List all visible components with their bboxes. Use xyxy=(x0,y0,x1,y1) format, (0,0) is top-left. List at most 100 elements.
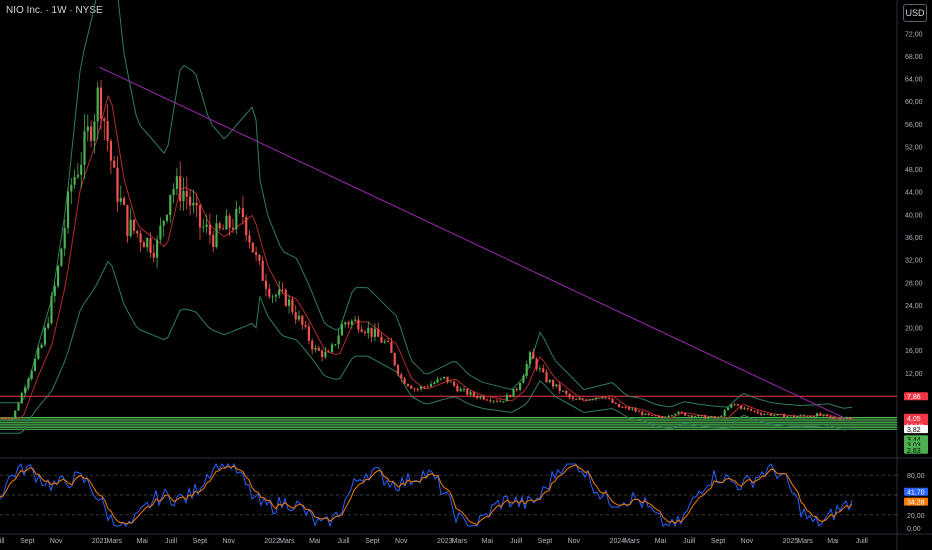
candle-body xyxy=(426,386,429,388)
candle-body xyxy=(413,388,416,390)
candle-body xyxy=(334,344,337,345)
stoch-d-label: 34,28 xyxy=(907,500,925,507)
candle-body xyxy=(456,385,459,392)
x-tick-label: Sept xyxy=(20,538,34,545)
candle-body xyxy=(495,400,499,402)
candle-body xyxy=(66,191,70,229)
candle-body xyxy=(360,329,363,332)
candle-body xyxy=(383,341,386,343)
candle-body xyxy=(779,414,782,415)
candle-body xyxy=(189,196,192,206)
x-tick-label: Mai xyxy=(309,538,321,545)
candle-body xyxy=(357,319,360,330)
candle-body xyxy=(799,415,802,417)
candle-body xyxy=(37,347,40,359)
x-tick-label: Juill xyxy=(683,538,696,545)
candle-body xyxy=(123,198,126,206)
y-tick-label: 48,00 xyxy=(905,167,923,174)
candle-body xyxy=(24,387,27,393)
candle-body xyxy=(462,388,466,390)
candle-body xyxy=(578,398,581,400)
x-tick-label: Sept xyxy=(538,538,552,545)
candle-body xyxy=(806,415,809,417)
candle-body xyxy=(552,380,555,387)
candle-body xyxy=(156,239,159,258)
candle-body xyxy=(291,299,294,313)
candle-body xyxy=(486,399,489,401)
candle-body xyxy=(60,248,63,267)
candle-body xyxy=(502,401,505,403)
candle-body xyxy=(393,352,396,366)
candle-body xyxy=(390,341,393,353)
candle-body xyxy=(489,400,492,402)
candle-body xyxy=(175,176,178,189)
candle-body xyxy=(83,131,86,165)
y-tick-label: 28,00 xyxy=(905,280,923,287)
candle-body xyxy=(542,368,545,373)
x-tick-label: Mars xyxy=(624,538,640,545)
candle-body xyxy=(703,415,706,419)
candle-body xyxy=(109,140,112,161)
candle-body xyxy=(403,378,406,384)
candle-body xyxy=(317,347,320,351)
candle-body xyxy=(453,381,456,386)
candle-body xyxy=(63,228,66,249)
candle-body xyxy=(255,252,258,255)
candle-body xyxy=(433,382,436,385)
candle-body xyxy=(119,198,122,202)
candle-body xyxy=(27,378,30,388)
candle-body xyxy=(825,414,829,417)
candle-body xyxy=(756,411,759,414)
x-tick-label: Nov xyxy=(222,538,235,545)
y-tick-label: 52,00 xyxy=(905,144,923,151)
candle-body xyxy=(241,208,244,217)
candle-body xyxy=(802,415,805,416)
candle-body xyxy=(776,414,779,416)
candle-body xyxy=(492,400,495,402)
candle-body xyxy=(7,418,10,420)
candle-body xyxy=(162,220,165,226)
candle-body xyxy=(819,413,822,416)
candle-body xyxy=(429,384,433,387)
candle-body xyxy=(466,388,469,395)
candle-body xyxy=(839,419,842,420)
y-tick-label: 68,00 xyxy=(905,54,923,61)
x-tick-label: Mars xyxy=(797,538,813,545)
candle-body xyxy=(99,87,103,119)
candle-body xyxy=(17,403,20,411)
candles xyxy=(0,79,852,421)
candle-body xyxy=(538,368,541,370)
price-chart[interactable]: 72,00 68,00 64,00 60,00 56,00 52,00 48,00 44,00… xyxy=(0,0,932,550)
candle-body xyxy=(86,126,89,132)
candle-body xyxy=(680,411,683,413)
candle-body xyxy=(297,315,301,320)
candle-body xyxy=(753,410,756,412)
candle-body xyxy=(314,347,317,350)
y-tick-label: 40,00 xyxy=(905,212,923,219)
candle-body xyxy=(822,414,825,416)
candle-body xyxy=(212,234,215,248)
candle-body xyxy=(380,336,383,343)
candle-body xyxy=(288,299,291,306)
x-tick-label: Nov xyxy=(50,538,63,545)
candle-body xyxy=(575,399,578,400)
x-tick-label: Juill xyxy=(0,538,5,545)
x-tick-label: Juill xyxy=(165,538,178,545)
candle-body xyxy=(172,188,175,196)
candle-body xyxy=(159,225,162,240)
candle-body xyxy=(347,322,350,325)
candle-body xyxy=(446,376,449,383)
candle-body xyxy=(472,392,475,397)
x-tick-label: Nov xyxy=(568,538,581,545)
candle-body xyxy=(670,415,673,416)
candle-body xyxy=(588,399,591,401)
candle-body xyxy=(674,413,677,416)
candle-body xyxy=(740,405,743,409)
candle-body xyxy=(261,260,264,281)
candle-body xyxy=(33,358,37,371)
candle-body xyxy=(416,389,419,391)
candle-body xyxy=(225,215,228,230)
candle-body xyxy=(304,324,307,327)
y-tick-label: 44,00 xyxy=(905,190,923,197)
candle-body xyxy=(759,413,763,415)
